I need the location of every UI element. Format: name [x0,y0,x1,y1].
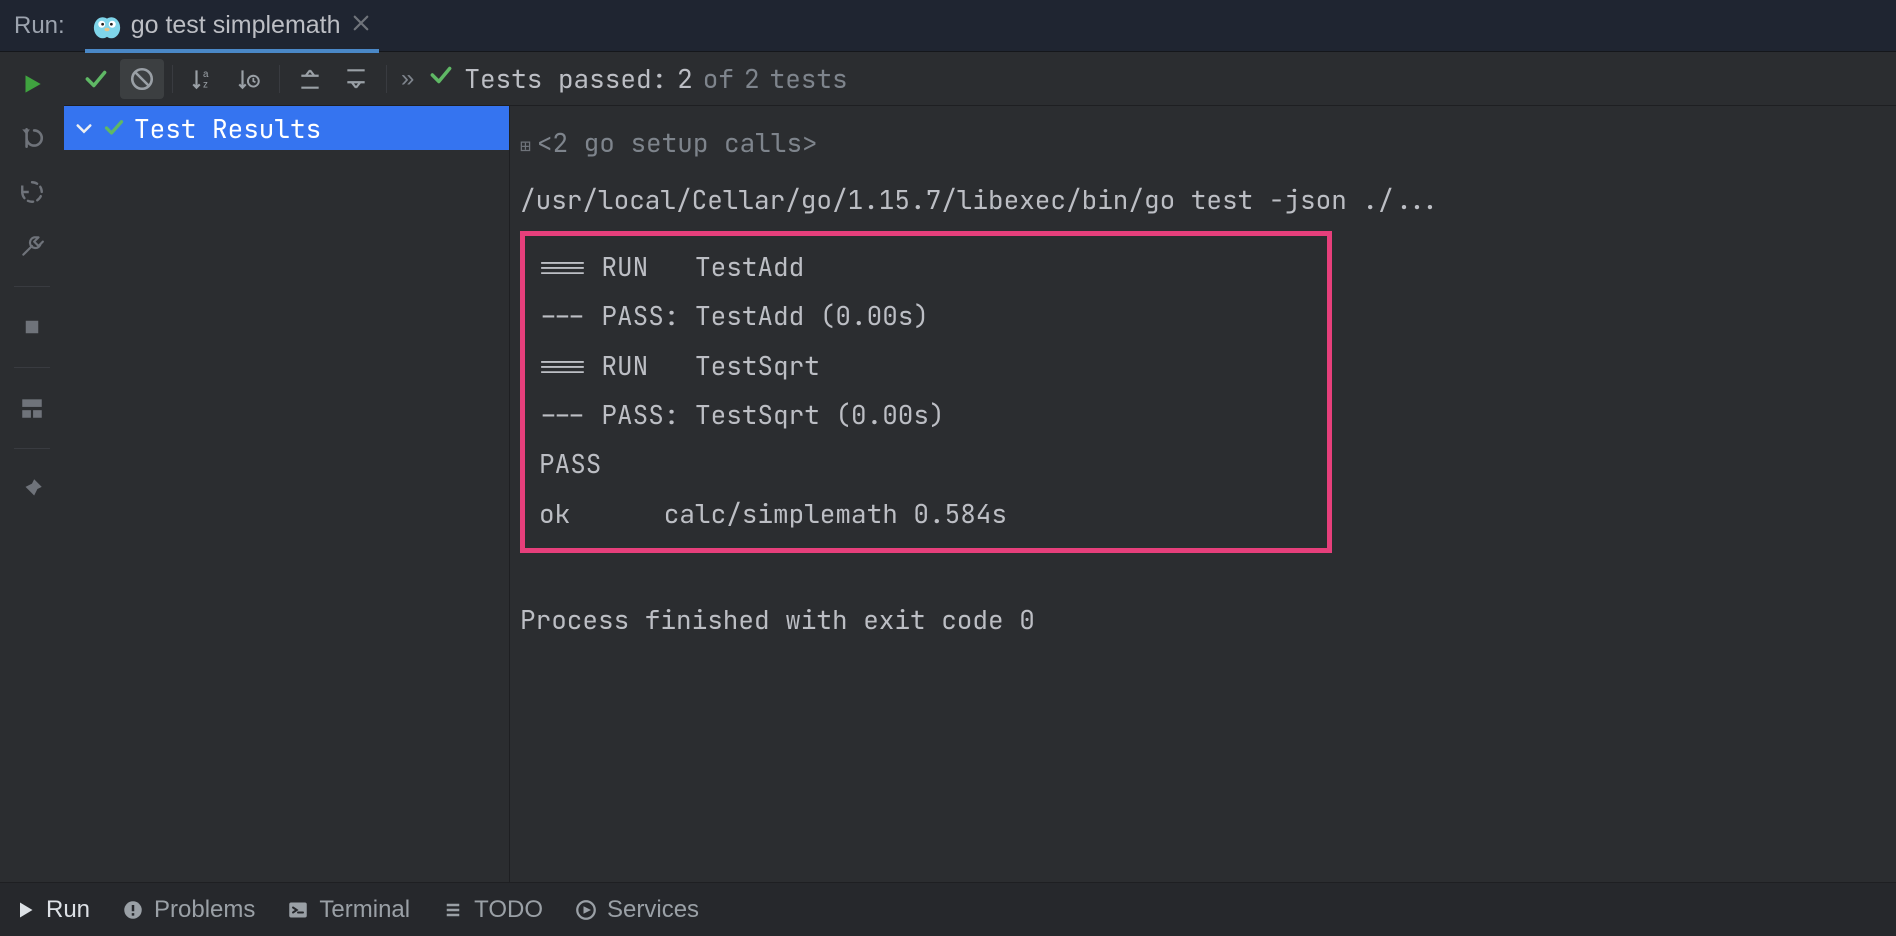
toolwindow-label: TODO [474,896,543,924]
test-toolbar: az » Tests passed: 2 of 2 tests [64,52,1896,106]
chevron-down-icon [74,118,94,138]
output-highlight-box: === RUN TestAdd --- PASS: TestAdd (0.00s… [520,231,1332,553]
run-icon[interactable] [16,68,48,100]
list-icon [442,899,464,921]
output-fold-setup[interactable]: ⊞<2 go setup calls> [520,118,1878,167]
toolwindow-todo[interactable]: TODO [442,896,543,924]
go-gopher-icon [93,12,121,40]
toolwindow-services[interactable]: Services [575,896,699,924]
pin-icon[interactable] [16,473,48,505]
separator [279,65,280,93]
output-exit-line: Process finished with exit code 0 [520,595,1878,644]
check-icon [428,62,454,88]
test-status-summary: Tests passed: 2 of 2 tests [428,61,847,96]
tree-root-test-results[interactable]: Test Results [64,106,509,150]
separator [14,286,50,287]
show-passed-toggle[interactable] [74,59,118,99]
stop-icon[interactable] [16,311,48,343]
expand-all-icon[interactable] [288,59,332,99]
status-label: Tests passed: [464,61,667,96]
output-line: --- PASS: TestAdd (0.00s) [539,291,1313,340]
sort-alpha-icon[interactable]: az [181,59,225,99]
console-output[interactable]: ⊞<2 go setup calls> /usr/local/Cellar/go… [510,106,1896,882]
status-passed-count: 2 [677,61,693,96]
toolwindow-problems[interactable]: Problems [122,896,255,924]
collapse-all-icon[interactable] [334,59,378,99]
output-command: /usr/local/Cellar/go/1.15.7/libexec/bin/… [520,175,1878,224]
run-content: az » Tests passed: 2 of 2 tests [64,52,1896,882]
output-line: --- PASS: TestSqrt (0.00s) [539,390,1313,439]
separator [386,65,387,93]
separator [172,65,173,93]
check-icon [104,118,124,138]
toolwindow-terminal[interactable]: Terminal [287,896,410,924]
run-tab-label: go test simplemath [131,11,341,40]
separator [14,448,50,449]
toolwindow-label: Terminal [319,896,410,924]
output-line: === RUN TestSqrt [539,341,1313,390]
output-line: === RUN TestAdd [539,242,1313,291]
toggle-auto-test-icon[interactable] [16,176,48,208]
svg-text:a: a [203,68,209,79]
toolbar-overflow-icon[interactable]: » [395,65,420,93]
run-panel-label: Run: [14,12,65,40]
wrench-icon[interactable] [16,230,48,262]
services-icon [575,899,597,921]
status-total-count: 2 [744,61,760,96]
toolwindow-label: Problems [154,896,255,924]
show-ignored-toggle[interactable] [120,59,164,99]
toolwindow-run[interactable]: Run [14,896,90,924]
separator [14,367,50,368]
toolwindow-label: Services [607,896,699,924]
test-tree[interactable]: Test Results [64,106,510,882]
close-icon[interactable] [351,13,371,39]
status-suffix: tests [770,61,848,96]
toolwindow-label: Run [46,896,90,924]
expand-fold-icon[interactable]: ⊞ [520,135,531,158]
svg-text:z: z [203,79,208,90]
run-panel-body: az » Tests passed: 2 of 2 tests [0,52,1896,882]
tool-window-bar: Run Problems Terminal TODO Services [0,882,1896,936]
status-of: of [703,61,734,96]
run-tab-go-test-simplemath[interactable]: go test simplemath [83,0,381,52]
run-tabstrip: Run: go test simplemath [0,0,1896,52]
tree-root-label: Test Results [134,111,321,146]
run-gutter [0,52,64,882]
output-line: PASS [539,439,1313,488]
terminal-icon [287,899,309,921]
layout-icon[interactable] [16,392,48,424]
warning-icon [122,899,144,921]
test-body: Test Results ⊞<2 go setup calls> /usr/lo… [64,106,1896,882]
rerun-failed-icon[interactable] [16,122,48,154]
output-line: ok calc/simplemath 0.584s [539,489,1313,538]
play-icon [14,899,36,921]
sort-duration-icon[interactable] [227,59,271,99]
